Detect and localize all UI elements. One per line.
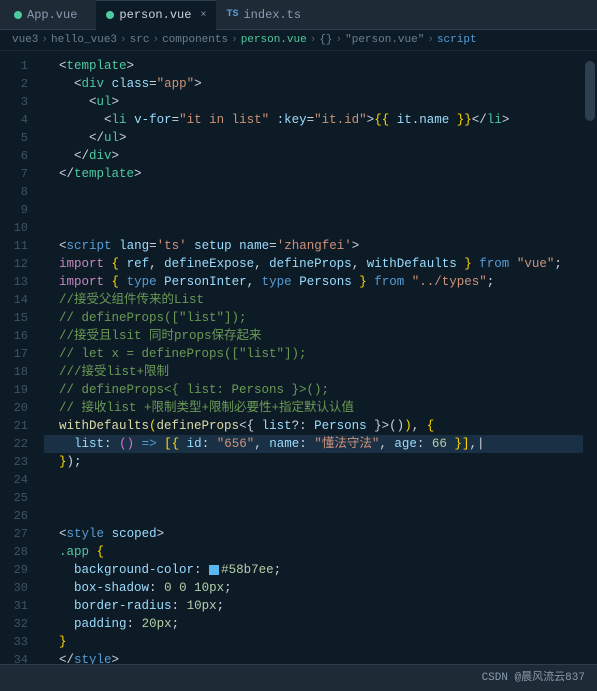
vue-icon [14, 11, 22, 19]
bc-sep: › [231, 34, 238, 46]
code-line: ///接受list+限制 [44, 363, 597, 381]
code-line: // defineProps<{ list: Persons }>(); [44, 381, 597, 399]
line-numbers: 12345 678910 1112131415 1617181920 21222… [0, 51, 36, 664]
tab-bar: App.vue person.vue × TS index.ts [0, 0, 597, 30]
code-editor[interactable]: 12345 678910 1112131415 1617181920 21222… [0, 51, 597, 664]
code-line: //接受且lsit 同时props保存起来 [44, 327, 597, 345]
code-line: <style scoped> [44, 525, 597, 543]
status-text: CSDN @晨风流云837 [482, 668, 585, 684]
code-line: // let x = defineProps(["list"]); [44, 345, 597, 363]
code-line: </div> [44, 147, 597, 165]
tab-label: index.ts [243, 8, 301, 22]
code-line [44, 507, 597, 525]
code-line-active: list: () => [{ id: "656", name: "懂法守法", … [44, 435, 597, 453]
bc-part: "person.vue" [345, 34, 424, 46]
code-line [44, 201, 597, 219]
code-line: <ul> [44, 93, 597, 111]
tab-close-icon[interactable]: × [200, 10, 206, 21]
bc-part-script: script [437, 34, 477, 46]
bc-sep: › [336, 34, 343, 46]
tab-person-vue[interactable]: person.vue × [96, 0, 216, 30]
code-line [44, 489, 597, 507]
scrollbar[interactable] [583, 51, 597, 664]
bc-part-vue: person.vue [241, 34, 307, 46]
status-bar: CSDN @晨风流云837 [0, 664, 597, 686]
bc-part: hello_vue3 [51, 34, 117, 46]
code-line: padding: 20px; [44, 615, 597, 633]
vue-icon [106, 11, 114, 19]
code-line: // defineProps(["list"]); [44, 309, 597, 327]
bc-sep: › [120, 34, 127, 46]
code-line: withDefaults(defineProps<{ list?: Person… [44, 417, 597, 435]
code-line: </template> [44, 165, 597, 183]
bc-sep: › [41, 34, 48, 46]
bc-part: components [162, 34, 228, 46]
code-line: </ul> [44, 129, 597, 147]
code-line: <div class="app"> [44, 75, 597, 93]
code-line: import { ref, defineExpose, defineProps,… [44, 255, 597, 273]
code-line [44, 219, 597, 237]
code-line: <script lang='ts' setup name='zhangfei'> [44, 237, 597, 255]
bc-part: {} [319, 34, 332, 46]
code-line [44, 183, 597, 201]
tab-label: App.vue [27, 8, 77, 22]
code-line: <template> [44, 57, 597, 75]
code-line: box-shadow: 0 0 10px; [44, 579, 597, 597]
tab-index-ts[interactable]: TS index.ts [216, 0, 311, 30]
code-line: background-color: #58b7ee; [44, 561, 597, 579]
code-line: //接受父组件传来的List [44, 291, 597, 309]
code-line: </style> [44, 651, 597, 664]
code-line: .app { [44, 543, 597, 561]
code-lines: <template> <div class="app"> <ul> <li v-… [36, 51, 597, 664]
bc-part: vue3 [12, 34, 38, 46]
bc-sep: › [310, 34, 317, 46]
code-line: // 接收list +限制类型+限制必要性+指定默认认值 [44, 399, 597, 417]
bc-sep: › [427, 34, 434, 46]
tab-app-vue[interactable]: App.vue [4, 0, 96, 30]
code-line [44, 471, 597, 489]
bc-sep: › [152, 34, 159, 46]
code-line: } [44, 633, 597, 651]
breadcrumb: vue3 › hello_vue3 › src › components › p… [0, 30, 597, 51]
code-line: }); [44, 453, 597, 471]
tab-label: person.vue [119, 8, 191, 22]
ts-icon: TS [226, 9, 238, 20]
bc-part: src [130, 34, 150, 46]
scrollbar-thumb[interactable] [585, 61, 595, 121]
code-line: <li v-for="it in list" :key="it.id">{{ i… [44, 111, 597, 129]
code-line: border-radius: 10px; [44, 597, 597, 615]
code-line: import { type PersonInter, type Persons … [44, 273, 597, 291]
